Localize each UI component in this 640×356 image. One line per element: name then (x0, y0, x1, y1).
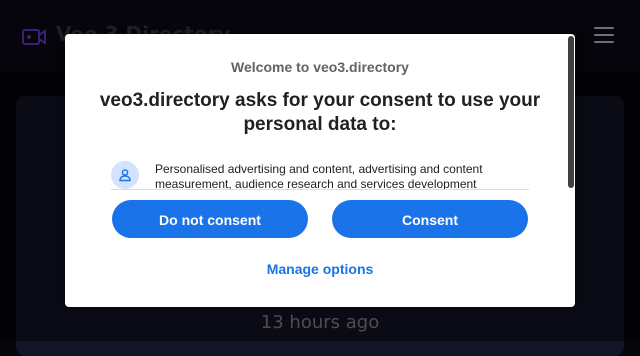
dialog-heading: veo3.directory asks for your consent to … (99, 90, 541, 135)
consent-button[interactable]: Consent (332, 200, 528, 238)
person-icon (111, 161, 139, 189)
purpose-text: Personalised advertising and content, ad… (155, 162, 483, 190)
manage-options-link[interactable]: Manage options (65, 261, 575, 277)
scrollbar-thumb[interactable] (568, 36, 574, 188)
purpose-list[interactable]: Personalised advertising and content, ad… (111, 161, 529, 190)
consent-dialog: Welcome to veo3.directory veo3.directory… (65, 34, 575, 307)
dialog-site-name: Welcome to veo3.directory (231, 59, 409, 75)
do-not-consent-button[interactable]: Do not consent (112, 200, 308, 238)
